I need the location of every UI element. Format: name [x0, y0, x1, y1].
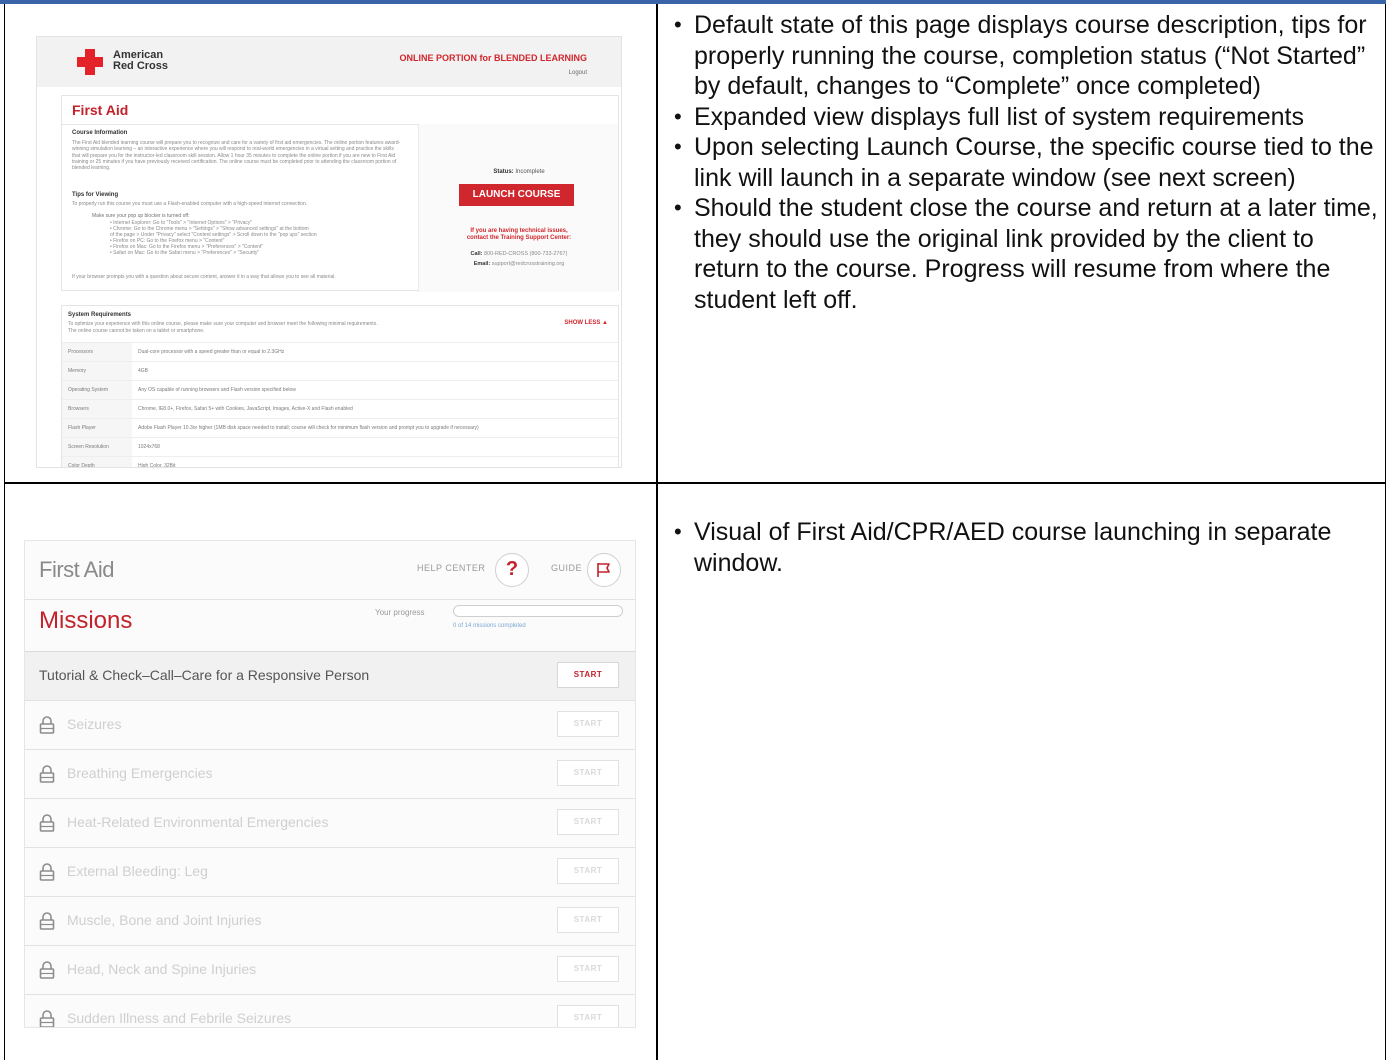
mission-name: Tutorial & Check–Call–Care for a Respons… — [39, 667, 370, 683]
course-info-heading: Course Information — [72, 130, 128, 136]
start-button[interactable]: START — [557, 858, 619, 884]
mission-row: Muscle, Bone and Joint Injuries START — [25, 896, 635, 945]
mission-row: Tutorial & Check–Call–Care for a Respons… — [25, 651, 635, 700]
red-cross-logo-icon — [77, 49, 103, 75]
requirement-row: Flash Player Adobe Flash Player 10.3or hi… — [62, 418, 618, 438]
sysreq-text: To optimize your experience with this on… — [68, 321, 378, 327]
lock-icon — [39, 912, 55, 930]
course-title: First Aid — [72, 102, 129, 118]
start-button[interactable]: START — [557, 711, 619, 737]
mission-row: Seizures START — [25, 700, 635, 749]
progress-label: Your progress — [375, 608, 425, 617]
description-bullet: Upon selecting Launch Course, the specif… — [672, 132, 1384, 193]
progress-text: 0 of 14 missions completed — [453, 623, 526, 629]
description-bullet: Visual of First Aid/CPR/AED course launc… — [672, 517, 1384, 578]
requirement-row: Processors Dual-core processor with a spe… — [62, 342, 618, 362]
description-bullet: Should the student close the course and … — [672, 193, 1384, 315]
tips-heading: Tips for Viewing — [72, 192, 119, 198]
launch-panel: Status: Incomplete LAUNCH COURSE If you … — [418, 124, 618, 292]
mission-row: Sudden Illness and Febrile Seizures START — [25, 994, 635, 1027]
requirement-name: Operating System — [62, 380, 132, 400]
lock-icon — [39, 765, 55, 783]
tips-intro: To properly run this course you must use… — [72, 201, 308, 207]
mission-name: Sudden Illness and Febrile Seizures — [67, 1010, 292, 1026]
requirement-value: Chrome, IE8.0+, Firefox, Safari 5+ with … — [132, 399, 618, 419]
top-description-list: Default state of this page displays cour… — [672, 10, 1384, 315]
tech-support-heading: If you are having technical issues, cont… — [466, 228, 572, 241]
help-center-button[interactable]: ? — [495, 553, 529, 587]
brand-name: American Red Cross — [113, 49, 169, 72]
requirement-value: High Color, 32Bit — [132, 456, 618, 467]
requirement-name: Color Depth — [62, 456, 132, 467]
description-bullet: Expanded view displays full list of syst… — [672, 102, 1384, 133]
popup-item: • Safari on Mac: Go to the Safari menu >… — [110, 250, 260, 256]
app-title: First Aid — [39, 557, 114, 582]
popup-heading: Make sure your pop up blocker is turned … — [92, 213, 190, 219]
system-requirements-card: System Requirements To optimize your exp… — [61, 305, 619, 467]
show-less-toggle[interactable]: SHOW LESS ▲ — [564, 320, 608, 326]
flag-icon — [597, 563, 610, 577]
requirement-name: Browsers — [62, 399, 132, 419]
requirement-value: 1024x768 — [132, 437, 618, 457]
requirement-value: Adobe Flash Player 10.3or higher (1MB di… — [132, 418, 618, 438]
missions-title: Missions — [39, 607, 133, 634]
bottom-description-list: Visual of First Aid/CPR/AED course launc… — [672, 517, 1384, 578]
mission-name: Breathing Emergencies — [67, 765, 213, 781]
progress-bar — [453, 605, 623, 617]
lock-icon — [39, 961, 55, 979]
portion-label: ONLINE PORTION for BLENDED LEARNING — [399, 53, 587, 63]
question-icon: ? — [505, 558, 519, 580]
requirement-row: Color Depth High Color, 32Bit — [62, 456, 618, 467]
mission-name: Head, Neck and Spine Injuries — [67, 961, 257, 977]
lock-icon — [39, 814, 55, 832]
mission-name: External Bleeding: Leg — [67, 863, 208, 879]
guide-label: GUIDE — [551, 563, 583, 573]
requirement-value: Any OS capable of running browsers and F… — [132, 380, 618, 400]
sysreq-text: The online course cannot be taken on a t… — [68, 328, 205, 334]
start-button[interactable]: START — [557, 907, 619, 933]
requirement-row: Operating System Any OS capable of runnin… — [62, 380, 618, 400]
help-center-label: HELP CENTER — [417, 563, 486, 573]
completion-status: Status: Incomplete — [493, 169, 545, 175]
support-email-link[interactable]: support@redcrosstraining.org — [492, 261, 565, 267]
course-info-card: First Aid Course Information The First A… — [61, 95, 619, 292]
site-header: American Red Cross ONLINE PORTION for BL… — [37, 37, 621, 87]
lock-icon — [39, 863, 55, 881]
start-button[interactable]: START — [557, 809, 619, 835]
requirement-value: 4GB — [132, 361, 618, 381]
column-divider — [656, 4, 658, 1060]
requirement-name: Screen Resolution — [62, 437, 132, 457]
description-bullet: Default state of this page displays cour… — [672, 10, 1384, 102]
requirement-row: Browsers Chrome, IE8.0+, Firefox, Safari … — [62, 399, 618, 419]
row-divider — [5, 482, 1386, 484]
red-cross-course-page-screenshot: American Red Cross ONLINE PORTION for BL… — [36, 36, 622, 468]
mission-row: Head, Neck and Spine Injuries START — [25, 945, 635, 994]
requirement-name: Processors — [62, 342, 132, 362]
mission-name: Seizures — [67, 716, 122, 732]
mission-row: Heat-Related Environmental Emergencies ST… — [25, 798, 635, 847]
start-button[interactable]: START — [557, 662, 619, 688]
requirement-name: Memory — [62, 361, 132, 381]
logout-link[interactable]: Logout — [569, 70, 587, 76]
start-button[interactable]: START — [557, 1005, 619, 1027]
start-button[interactable]: START — [557, 760, 619, 786]
requirement-row: Memory 4GB — [62, 361, 618, 381]
requirement-row: Screen Resolution 1024x768 — [62, 437, 618, 457]
lock-icon — [39, 716, 55, 734]
lock-icon — [39, 1010, 55, 1027]
mission-name: Heat-Related Environmental Emergencies — [67, 814, 329, 830]
guide-button[interactable] — [587, 553, 621, 587]
sysreq-heading: System Requirements — [68, 312, 132, 318]
start-button[interactable]: START — [557, 956, 619, 982]
course-info-text: The First Aid blended learning course wi… — [72, 140, 401, 172]
launch-course-button[interactable]: LAUNCH COURSE — [459, 184, 574, 206]
missions-course-window-screenshot: First Aid HELP CENTER ? GUIDE Missions Y… — [24, 540, 636, 1028]
mission-row: Breathing Emergencies START — [25, 749, 635, 798]
requirement-value: Dual-core processor with a speed greater… — [132, 342, 618, 362]
requirements-table: Processors Dual-core processor with a spe… — [62, 342, 618, 467]
mission-row: External Bleeding: Leg START — [25, 847, 635, 896]
support-contact: Call: 800-RED-CROSS (800-733-2767) Email… — [470, 251, 568, 267]
mission-name: Muscle, Bone and Joint Injuries — [67, 912, 262, 928]
requirement-name: Flash Player — [62, 418, 132, 438]
